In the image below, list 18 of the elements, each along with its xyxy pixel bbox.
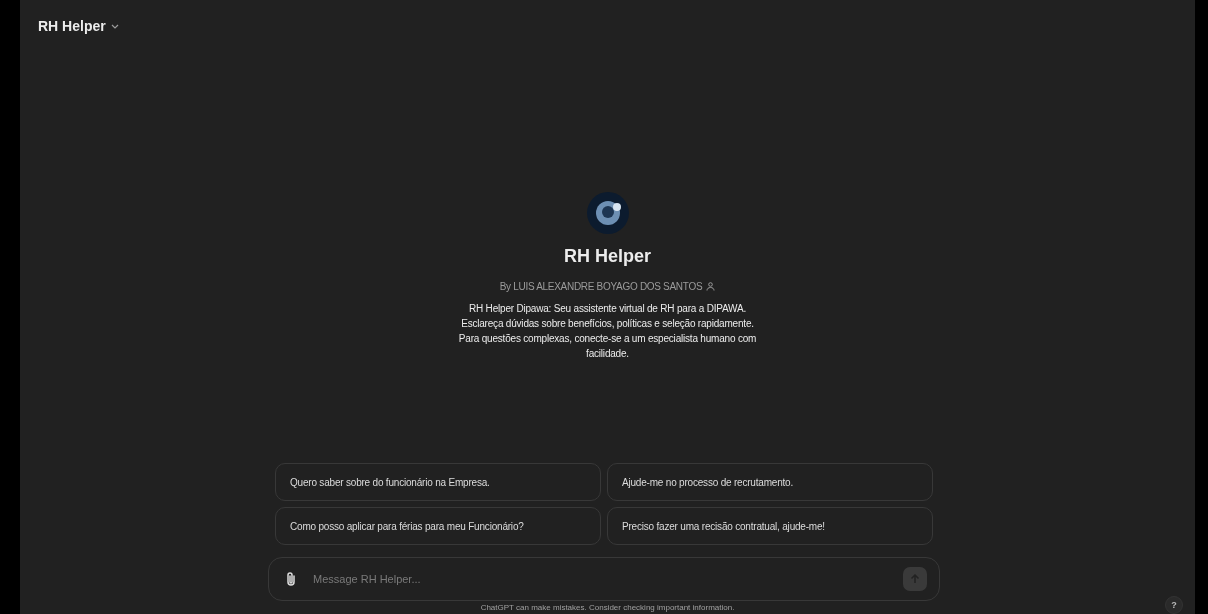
disclaimer-text: ChatGPT can make mistakes. Consider checking important information. bbox=[480, 603, 735, 612]
chevron-icon bbox=[110, 23, 119, 29]
arrow-up-icon bbox=[910, 574, 920, 584]
message-field[interactable]: Message RH Helper... bbox=[268, 557, 940, 601]
suggestion-card[interactable]: Ajude-me no processo de recrutamento. bbox=[607, 463, 933, 501]
assistant-name: RH Helper bbox=[564, 246, 651, 267]
avatar-icon bbox=[586, 192, 629, 234]
suggestion-card[interactable]: Como posso aplicar para férias para meu Funcionário? bbox=[275, 507, 601, 545]
model-menu[interactable]: RH Helper bbox=[38, 18, 119, 34]
suggestion-card[interactable]: Preciso fazer uma recisão contratual, ajude-me! bbox=[607, 507, 933, 545]
description-text: RH Helper Dipawa: Seu assistente virtual de RH para a DIPAWA. Esclareça dúvidas sobre benefícios, políticas e seleção rapidamente. Para questões complexas, conecte-se a um especialista humano com facilidade. bbox=[457, 302, 758, 361]
author-text: By LUIS ALEXANDRE BOYAGO DOS SANTOS bbox=[499, 281, 703, 292]
message-input[interactable]: Message RH Helper... bbox=[311, 572, 889, 586]
person-icon bbox=[706, 282, 716, 291]
send-button[interactable] bbox=[903, 567, 927, 591]
suggestion-card[interactable]: Quero saber sobre do funcionário na Empresa. bbox=[275, 463, 601, 501]
paperclip-icon bbox=[285, 571, 297, 587]
help-button[interactable]: ? bbox=[1165, 596, 1183, 614]
